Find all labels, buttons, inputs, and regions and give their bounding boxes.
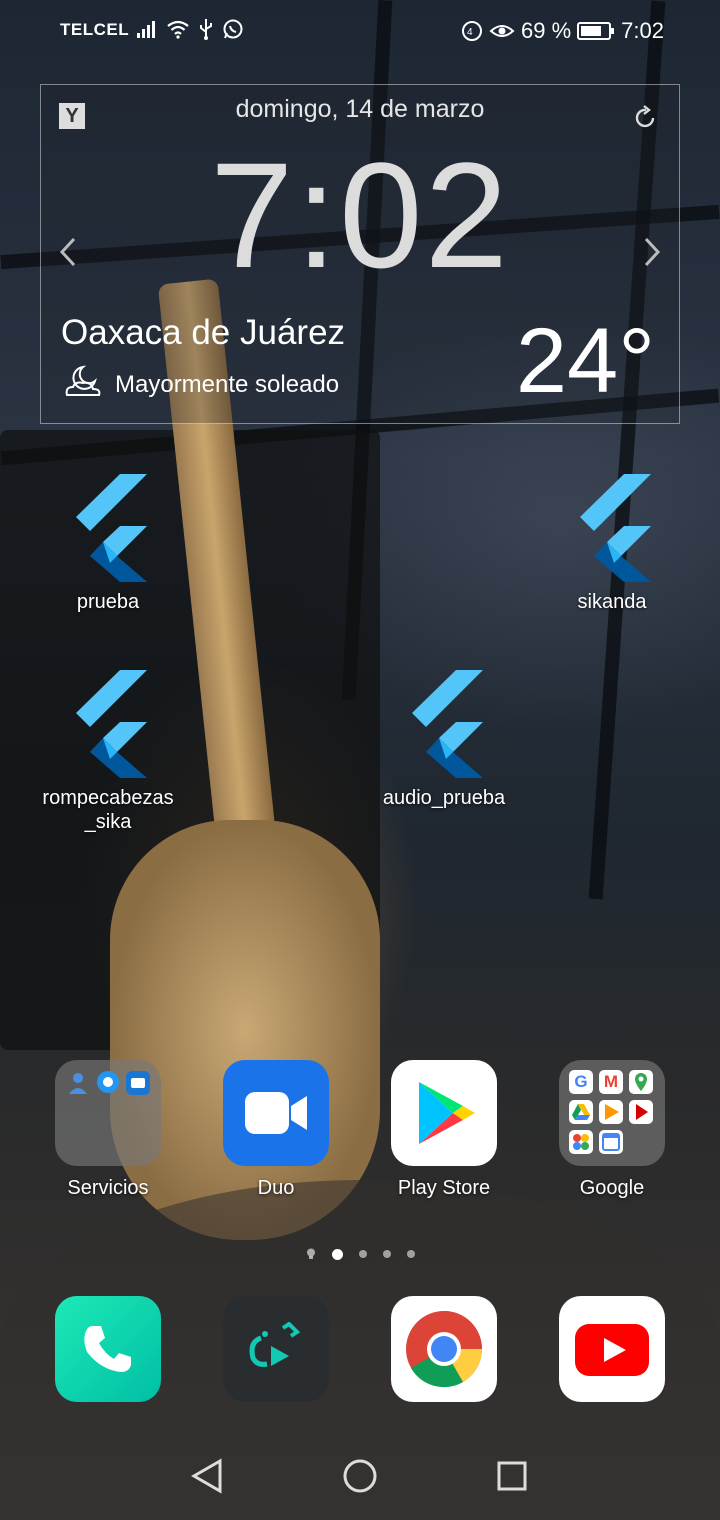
widget-date: domingo, 14 de marzo: [235, 95, 485, 123]
app-game[interactable]: [192, 1296, 360, 1402]
app-sikanda[interactable]: sikanda: [528, 474, 696, 614]
flutter-icon: [55, 474, 161, 582]
widget-city: Oaxaca de Juárez: [61, 313, 346, 352]
page-dot[interactable]: [383, 1250, 391, 1258]
flutter-icon: [391, 670, 497, 778]
page-indicator[interactable]: [306, 1248, 415, 1260]
carrier-label: TELCEL: [60, 20, 130, 39]
app-phone[interactable]: [24, 1296, 192, 1402]
app-chrome[interactable]: [360, 1296, 528, 1402]
data-saver-icon: 4: [462, 21, 483, 41]
chevron-left-icon[interactable]: [59, 237, 77, 267]
clock-weather-widget[interactable]: Y domingo, 14 de marzo 7:02 Oaxaca de Ju…: [40, 84, 680, 424]
battery-percent: 69 %: [521, 18, 572, 43]
duo-icon: [223, 1060, 329, 1166]
battery-icon: [577, 22, 615, 40]
home-icon[interactable]: [342, 1458, 378, 1494]
flutter-icon: [55, 670, 161, 778]
moon-cloud-icon: [65, 365, 101, 396]
chevron-right-icon[interactable]: [643, 237, 661, 267]
widget-temperature: 24°: [515, 310, 655, 412]
page-dot[interactable]: [359, 1250, 367, 1258]
app-label: prueba: [76, 591, 140, 613]
game-icon: [223, 1296, 329, 1402]
app-play-store[interactable]: Play Store: [360, 1060, 528, 1200]
lightbulb-icon: [307, 1248, 315, 1259]
widget-time: 7:02: [210, 131, 510, 299]
app-label: sikanda: [577, 591, 647, 613]
svg-text:4: 4: [467, 27, 473, 38]
app-label: Servicios: [67, 1177, 149, 1199]
app-label: Duo: [257, 1177, 295, 1199]
back-icon[interactable]: [190, 1458, 224, 1494]
recents-icon[interactable]: [496, 1460, 528, 1492]
play-store-icon: [391, 1060, 497, 1166]
app-label: rompecabezas _sika: [42, 787, 174, 833]
youtube-icon: [559, 1296, 665, 1402]
signal-icon: [137, 21, 155, 38]
flutter-icon: [559, 474, 665, 582]
app-label: Play Store: [397, 1177, 491, 1199]
app-label: audio_prueba: [382, 787, 506, 809]
status-time: 7:02: [621, 18, 664, 43]
app-youtube[interactable]: [528, 1296, 696, 1402]
google-folder-icon: G M: [559, 1060, 665, 1166]
folder-google[interactable]: G M Google: [528, 1060, 696, 1200]
widget-condition: Mayormente soleado: [115, 371, 340, 398]
eye-comfort-icon: [489, 25, 515, 37]
status-bar: TELCEL 4 69 % 7:02: [0, 0, 720, 62]
page-dot-active[interactable]: [332, 1248, 343, 1260]
usb-icon: [200, 19, 212, 40]
app-duo[interactable]: Duo: [192, 1060, 360, 1200]
app-label: Google: [579, 1177, 645, 1199]
app-audio-prueba[interactable]: audio_prueba: [360, 670, 528, 810]
folder-servicios[interactable]: Servicios: [24, 1060, 192, 1200]
whatsapp-icon: [223, 19, 243, 39]
page-dot[interactable]: [407, 1250, 415, 1258]
chrome-icon: [391, 1296, 497, 1402]
folder-icon: [55, 1060, 161, 1166]
phone-icon: [55, 1296, 161, 1402]
navigation-bar: [0, 1440, 720, 1520]
wifi-icon: [167, 20, 189, 39]
app-rompecabezas-sika[interactable]: rompecabezas _sika: [24, 670, 192, 834]
app-prueba[interactable]: prueba: [24, 474, 192, 614]
